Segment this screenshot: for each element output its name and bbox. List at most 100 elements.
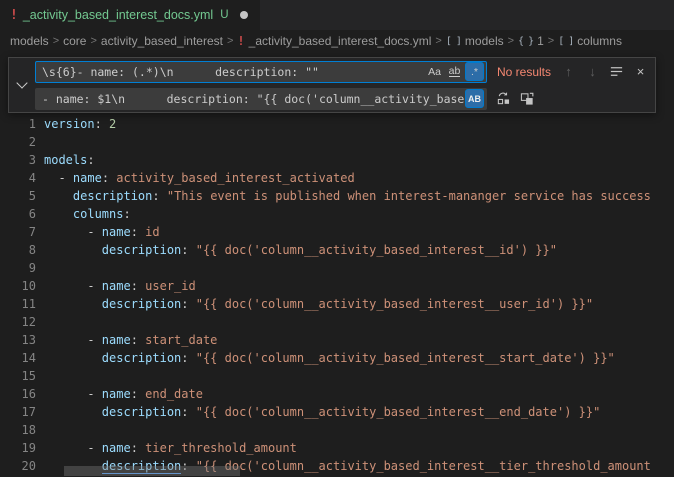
breadcrumb-label: core xyxy=(63,34,86,48)
line-number: 15 xyxy=(0,367,36,385)
yaml-file-icon: ! xyxy=(237,34,244,48)
tab-bar: ! _activity_based_interest_docs.yml U xyxy=(0,0,674,30)
breadcrumb-item-symbol-models[interactable]: [ ] models xyxy=(446,34,504,48)
breadcrumb-item-symbol-columns[interactable]: [ ] columns xyxy=(558,34,622,48)
next-match-button[interactable]: ↓ xyxy=(582,61,603,82)
arrow-down-icon: ↓ xyxy=(589,64,596,79)
code-line[interactable]: 17 description: "{{ doc('column__activit… xyxy=(0,403,674,421)
line-code: version: 2 xyxy=(36,115,116,133)
arrow-up-icon: ↑ xyxy=(565,64,572,79)
breadcrumb-item-core[interactable]: core xyxy=(63,34,86,48)
preserve-case-button[interactable]: AB xyxy=(465,89,484,108)
line-number: 1 xyxy=(0,115,36,133)
breadcrumb-item-symbol-1[interactable]: { } 1 xyxy=(518,34,544,48)
breadcrumb-label: models xyxy=(10,34,49,48)
code-line[interactable]: 11 description: "{{ doc('column__activit… xyxy=(0,295,674,313)
line-code: columns: xyxy=(36,205,131,223)
replace-all-button[interactable] xyxy=(517,88,538,109)
chevron-right-icon: > xyxy=(227,35,233,47)
close-button[interactable]: × xyxy=(630,61,651,82)
line-number: 12 xyxy=(0,313,36,331)
dirty-indicator-dot[interactable] xyxy=(240,11,248,19)
editor: 1version: 223models:4 - name: activity_b… xyxy=(0,52,674,477)
selection-icon xyxy=(609,64,624,79)
chevron-right-icon: > xyxy=(53,35,59,47)
code-line[interactable]: 12 xyxy=(0,313,674,331)
line-number: 9 xyxy=(0,259,36,277)
line-number: 13 xyxy=(0,331,36,349)
code-line[interactable]: 9 xyxy=(0,259,674,277)
chevron-right-icon: > xyxy=(508,35,514,47)
line-code: - name: tier_threshold_amount xyxy=(36,439,297,457)
line-number: 16 xyxy=(0,385,36,403)
whole-word-icon: ab xyxy=(449,66,461,77)
replace-input-value: - name: $1\n description: "{{ doc('colum… xyxy=(42,92,465,106)
line-code: - name: id xyxy=(36,223,160,241)
find-replace-widget: \s{6}- name: (.*)\n description: "" Aa a… xyxy=(8,57,656,113)
tab-activity-based-interest-docs-yml[interactable]: ! _activity_based_interest_docs.yml U xyxy=(0,0,261,30)
code-line[interactable]: 15 xyxy=(0,367,674,385)
breadcrumb-item-activity-based-interest[interactable]: activity_based_interest xyxy=(101,34,223,48)
code-line[interactable]: 18 xyxy=(0,421,674,439)
breadcrumb-label: models xyxy=(465,34,504,48)
line-code: - name: user_id xyxy=(36,277,196,295)
previous-match-button[interactable]: ↑ xyxy=(558,61,579,82)
preserve-case-icon: AB xyxy=(468,94,481,104)
line-number: 11 xyxy=(0,295,36,313)
code-line[interactable]: 3models: xyxy=(0,151,674,169)
whole-word-button[interactable]: ab xyxy=(445,62,464,81)
line-code: description: "{{ doc('column__activity_b… xyxy=(36,349,615,367)
code-line[interactable]: 16 - name: end_date xyxy=(0,385,674,403)
code-lines: 1version: 223models:4 - name: activity_b… xyxy=(0,115,674,475)
breadcrumb-label: columns xyxy=(577,34,622,48)
code-line[interactable]: 5 description: "This event is published … xyxy=(0,187,674,205)
replace-icon xyxy=(496,91,511,106)
code-line[interactable]: 1version: 2 xyxy=(0,115,674,133)
close-icon: × xyxy=(637,64,645,79)
code-line[interactable]: 14 description: "{{ doc('column__activit… xyxy=(0,349,674,367)
toggle-replace-button[interactable] xyxy=(9,58,35,112)
breadcrumb-item-file[interactable]: ! _activity_based_interest_docs.yml xyxy=(237,34,431,48)
regex-button[interactable]: .* xyxy=(465,62,484,81)
tab-title: _activity_based_interest_docs.yml xyxy=(23,8,213,22)
line-code xyxy=(36,259,44,277)
code-line[interactable]: 7 - name: id xyxy=(0,223,674,241)
code-line[interactable]: 8 description: "{{ doc('column__activity… xyxy=(0,241,674,259)
code-line[interactable]: 6 columns: xyxy=(0,205,674,223)
match-case-button[interactable]: Aa xyxy=(425,62,444,81)
line-code: - name: activity_based_interest_activate… xyxy=(36,169,355,187)
code-line[interactable]: 4 - name: activity_based_interest_activa… xyxy=(0,169,674,187)
code-line[interactable]: 10 - name: user_id xyxy=(0,277,674,295)
code-line[interactable]: 2 xyxy=(0,133,674,151)
line-code xyxy=(36,421,44,439)
find-in-selection-button[interactable] xyxy=(606,61,627,82)
line-code: description: "{{ doc('column__activity_b… xyxy=(36,295,593,313)
line-code: description: "{{ doc('column__activity_b… xyxy=(36,241,557,259)
line-code xyxy=(36,313,44,331)
find-nav-group: ↑ ↓ × xyxy=(558,61,651,82)
horizontal-scrollbar-thumb[interactable] xyxy=(64,466,240,476)
line-code: - name: start_date xyxy=(36,331,217,349)
line-number: 6 xyxy=(0,205,36,223)
breadcrumb-label: _activity_based_interest_docs.yml xyxy=(249,34,432,48)
line-number: 7 xyxy=(0,223,36,241)
breadcrumb-item-models[interactable]: models xyxy=(10,34,49,48)
chevron-right-icon: > xyxy=(435,35,441,47)
line-number: 4 xyxy=(0,169,36,187)
replace-buttons xyxy=(493,88,538,109)
replace-input[interactable]: - name: $1\n description: "{{ doc('colum… xyxy=(35,88,487,110)
code-line[interactable]: 19 - name: tier_threshold_amount xyxy=(0,439,674,457)
line-number: 3 xyxy=(0,151,36,169)
replace-button[interactable] xyxy=(493,88,514,109)
line-code: - name: end_date xyxy=(36,385,203,403)
chevron-down-icon xyxy=(16,77,27,88)
line-code: description: "This event is published wh… xyxy=(36,187,651,205)
code-line[interactable]: 13 - name: start_date xyxy=(0,331,674,349)
line-number: 19 xyxy=(0,439,36,457)
line-number: 20 xyxy=(0,457,36,475)
symbol-object-icon: { } xyxy=(518,36,533,47)
find-input[interactable]: \s{6}- name: (.*)\n description: "" Aa a… xyxy=(35,61,487,83)
find-row: \s{6}- name: (.*)\n description: "" Aa a… xyxy=(35,61,651,83)
line-code xyxy=(36,367,44,385)
breadcrumb-label: activity_based_interest xyxy=(101,34,223,48)
